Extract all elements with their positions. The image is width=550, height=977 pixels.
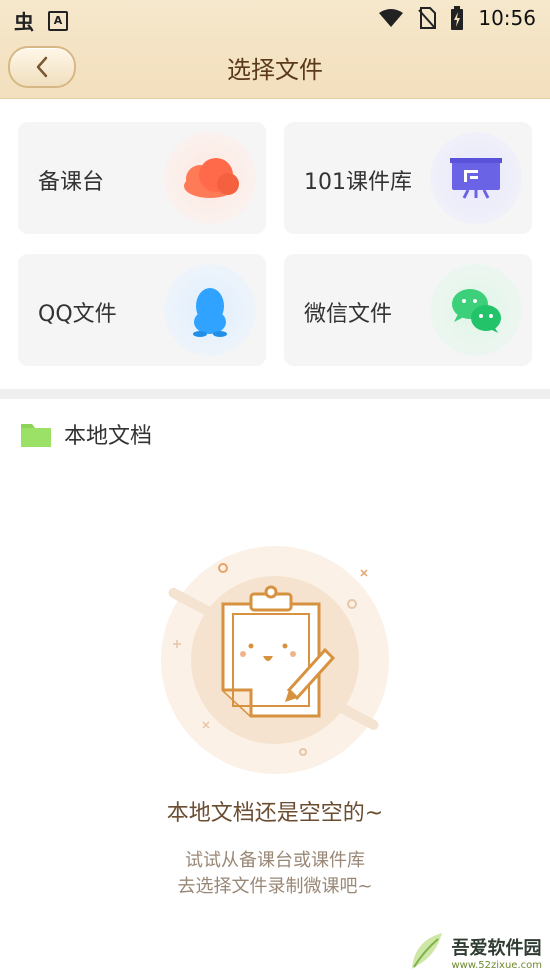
presentation-board-icon bbox=[430, 132, 522, 224]
no-sim-icon bbox=[418, 7, 437, 29]
page-title: 选择文件 bbox=[227, 56, 323, 84]
battery-charging-icon bbox=[451, 6, 464, 30]
status-bar: 虫 A 10:56 bbox=[0, 0, 550, 38]
wifi-icon bbox=[379, 9, 404, 27]
source-card-wechat[interactable]: 微信文件 bbox=[284, 254, 532, 366]
leaf-logo-icon bbox=[411, 933, 442, 969]
source-card-beiketai[interactable]: 备课台 bbox=[18, 122, 266, 234]
empty-state-message: 本地文档还是空空的~ bbox=[166, 801, 384, 826]
empty-state-hint: 试试从备课台或课件库 去选择文件录制微课吧~ bbox=[0, 848, 550, 900]
source-card-label: 101课件库 bbox=[304, 170, 412, 195]
bug-notification-icon: 虫 bbox=[14, 10, 34, 34]
keyboard-a-icon: A bbox=[48, 10, 68, 31]
source-card-label: QQ文件 bbox=[38, 302, 117, 327]
status-right: 10:56 bbox=[378, 6, 536, 30]
local-docs-header: 本地文档 bbox=[20, 418, 152, 450]
source-card-qq[interactable]: QQ文件 bbox=[18, 254, 266, 366]
source-card-label: 备课台 bbox=[38, 170, 105, 195]
status-left: 虫 A bbox=[14, 6, 68, 35]
watermark-url: www.52zixue.com bbox=[451, 960, 543, 971]
folder-icon bbox=[21, 424, 51, 447]
empty-hint-line-1: 试试从备课台或课件库 bbox=[185, 850, 365, 871]
status-time: 10:56 bbox=[478, 6, 536, 30]
wechat-icon bbox=[430, 264, 522, 356]
watermark-brand: 吾爱软件园 bbox=[451, 938, 542, 959]
app-header: 虫 A 10:56 选择文件 bbox=[0, 0, 550, 99]
source-panel: 备课台 101课件库 QQ文件 微信文件 bbox=[0, 99, 550, 389]
watermark: 吾爱软件园 www.52zixue.com bbox=[408, 931, 543, 971]
cloud-icon bbox=[164, 132, 256, 224]
section-divider bbox=[0, 389, 550, 399]
empty-state-illustration bbox=[155, 540, 395, 780]
source-card-label: 微信文件 bbox=[304, 302, 393, 327]
qq-penguin-icon bbox=[164, 264, 256, 356]
local-docs-title: 本地文档 bbox=[64, 424, 153, 449]
empty-hint-line-2: 去选择文件录制微课吧~ bbox=[177, 876, 373, 897]
source-card-courseware-lib[interactable]: 101课件库 bbox=[284, 122, 532, 234]
